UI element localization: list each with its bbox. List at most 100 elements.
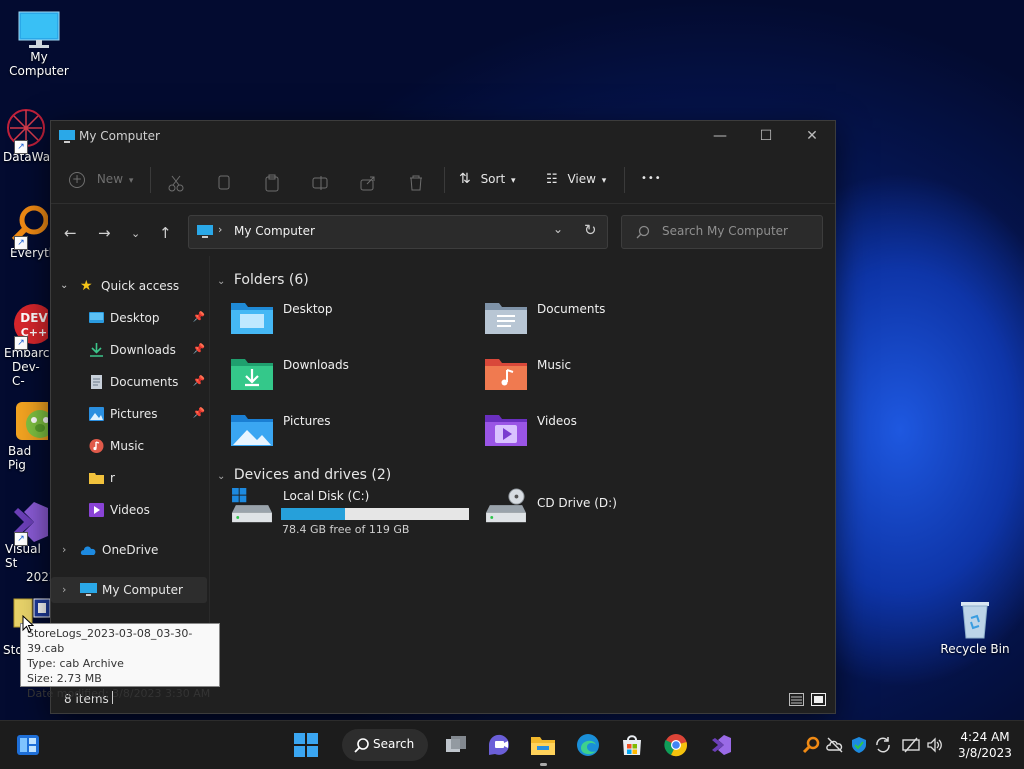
cut-icon[interactable] <box>167 169 185 197</box>
drive-usage-fill <box>281 508 345 520</box>
minimize-button[interactable]: — <box>697 121 743 153</box>
drive-item-c[interactable]: Local Disk (C:) 78.4 GB free of 119 GB <box>231 486 471 536</box>
desktop-icon-everything[interactable]: ↗ Everyth <box>0 202 56 260</box>
sidebar-item-my-computer[interactable]: › My Computer <box>51 577 207 603</box>
up-arrow-icon[interactable]: ↑ <box>159 224 172 242</box>
search-icon <box>354 738 369 753</box>
sidebar-item-label: r <box>110 471 115 485</box>
see-more-button[interactable]: ••• <box>641 165 662 193</box>
sidebar-item-label: Quick access <box>101 279 180 293</box>
chrome-browser-icon[interactable] <box>664 733 688 757</box>
sidebar-item-pictures[interactable]: Pictures 📌 <box>51 401 207 427</box>
everything-tray-icon[interactable] <box>802 736 820 754</box>
refresh-icon[interactable]: ↻ <box>584 221 597 239</box>
folder-label: Desktop <box>283 302 333 316</box>
sidebar-item-quick-access[interactable]: ⌄ ★ Quick access <box>51 273 207 299</box>
folder-item-desktop[interactable]: Desktop <box>231 296 471 344</box>
network-icon[interactable] <box>902 736 920 754</box>
visual-studio-icon[interactable] <box>708 733 732 757</box>
details-view-icon[interactable] <box>789 693 804 706</box>
shortcut-arrow-icon: ↗ <box>14 532 28 546</box>
breadcrumb-location[interactable]: My Computer <box>234 224 315 238</box>
widgets-icon[interactable] <box>16 733 40 757</box>
defender-shield-icon[interactable] <box>850 736 868 754</box>
folder-item-documents[interactable]: Documents <box>485 296 725 344</box>
search-input[interactable]: Search My Computer <box>662 224 788 238</box>
rename-icon[interactable] <box>311 169 329 197</box>
recent-locations-chevron-icon[interactable]: ⌄ <box>131 227 140 240</box>
sidebar-item-r[interactable]: r <box>51 465 207 491</box>
view-button[interactable]: ☷ View ▾ <box>546 165 618 193</box>
sort-button-label: Sort <box>480 172 506 186</box>
navigation-pane: ⌄ ★ Quick access Desktop 📌 Downloads 📌 D… <box>51 256 210 686</box>
teams-chat-icon[interactable] <box>487 733 511 757</box>
folder-item-music[interactable]: Music <box>485 352 725 400</box>
address-bar[interactable]: › My Computer ⌄ ↻ <box>188 215 608 249</box>
sidebar-item-label: Pictures <box>110 407 158 421</box>
folder-item-videos[interactable]: Videos <box>485 408 725 456</box>
new-button[interactable]: + New ▾ <box>69 165 139 193</box>
maximize-button[interactable]: ☐ <box>743 121 789 153</box>
close-button[interactable]: ✕ <box>789 121 835 153</box>
pin-icon[interactable]: 📌 <box>193 337 205 363</box>
desktop-icon-recycle-bin[interactable]: Recycle Bin <box>936 596 1014 656</box>
delete-icon[interactable] <box>407 169 425 197</box>
taskbar-search-button[interactable]: Search <box>342 729 428 761</box>
sort-button[interactable]: ⇅ Sort ▾ <box>459 165 529 193</box>
edge-browser-icon[interactable] <box>576 733 600 757</box>
file-explorer-icon[interactable] <box>531 733 555 757</box>
sidebar-item-downloads[interactable]: Downloads 📌 <box>51 337 207 363</box>
pin-icon[interactable]: 📌 <box>193 401 205 427</box>
back-arrow-icon[interactable]: ← <box>64 224 77 242</box>
search-box[interactable]: Search My Computer <box>621 215 823 249</box>
title-bar[interactable]: My Computer — ☐ ✕ <box>51 121 835 153</box>
start-windows-icon[interactable] <box>294 733 318 757</box>
drives-group-header[interactable]: ⌄ Devices and drives (2) <box>217 467 391 483</box>
sidebar-item-onedrive[interactable]: › OneDrive <box>51 537 207 563</box>
sidebar-item-videos[interactable]: Videos <box>51 497 207 523</box>
sidebar-item-desktop[interactable]: Desktop 📌 <box>51 305 207 331</box>
drive-item-local-disk[interactable] <box>231 608 471 656</box>
sidebar-item-label: Downloads <box>110 343 176 357</box>
large-icons-view-icon[interactable] <box>811 693 826 706</box>
folder-item-downloads[interactable]: Downloads <box>231 352 471 400</box>
pin-icon[interactable]: 📌 <box>193 369 205 395</box>
desktop-icon-label: Embarca <box>4 346 57 360</box>
chevron-right-icon: › <box>62 543 67 556</box>
taskbar-search-label: Search <box>373 737 415 751</box>
paste-icon[interactable] <box>263 169 281 197</box>
monitor-icon <box>197 225 213 238</box>
pictures-icon <box>89 407 104 421</box>
desktop-icon-bad-piggies[interactable]: Bad Pig <box>0 400 52 472</box>
sidebar-item-documents[interactable]: Documents 📌 <box>51 369 207 395</box>
shortcut-arrow-icon: ↗ <box>14 236 28 250</box>
desktop-icon-my-computer[interactable]: My Computer <box>0 10 78 78</box>
monitor-icon <box>18 11 60 48</box>
desktop-icon-visual-studio[interactable]: ↗ Visual St 2022 <box>0 498 57 584</box>
tooltip-date: Date modified: 3/8/2023 3:30 AM <box>27 687 211 700</box>
pin-icon[interactable]: 📌 <box>193 305 205 331</box>
pictures-folder-icon <box>231 415 273 446</box>
desktop-icon-datawag[interactable]: ↗ DataWag <box>0 106 58 164</box>
copy-icon[interactable] <box>215 169 233 197</box>
videos-icon <box>89 503 104 517</box>
tooltip-type: Type: cab Archive <box>27 657 124 670</box>
bad-piggies-app-icon <box>16 402 48 440</box>
address-history-chevron-icon[interactable]: ⌄ <box>553 222 563 236</box>
desktop-icon-devc[interactable]: DEV C++ ↗ Embarca Dev-C- <box>0 302 57 388</box>
microsoft-store-icon[interactable] <box>620 733 644 757</box>
forward-arrow-icon[interactable]: → <box>98 224 111 242</box>
sync-icon[interactable] <box>874 736 892 754</box>
folders-group-header[interactable]: ⌄ Folders (6) <box>217 272 309 288</box>
onedrive-offline-icon[interactable] <box>826 736 844 754</box>
clock[interactable]: 4:24 AM 3/8/2023 <box>954 729 1016 761</box>
drive-item-d[interactable]: CD Drive (D:) <box>485 486 725 534</box>
desktop-folder-icon <box>89 312 104 323</box>
share-icon[interactable] <box>359 169 377 197</box>
sidebar-item-music[interactable]: Music <box>51 433 207 459</box>
folder-item-pictures[interactable]: Pictures <box>231 408 471 456</box>
view-button-label: View <box>567 172 596 186</box>
volume-icon[interactable] <box>926 736 944 754</box>
task-view-icon[interactable] <box>444 733 468 757</box>
folder-label: Music <box>537 358 572 372</box>
